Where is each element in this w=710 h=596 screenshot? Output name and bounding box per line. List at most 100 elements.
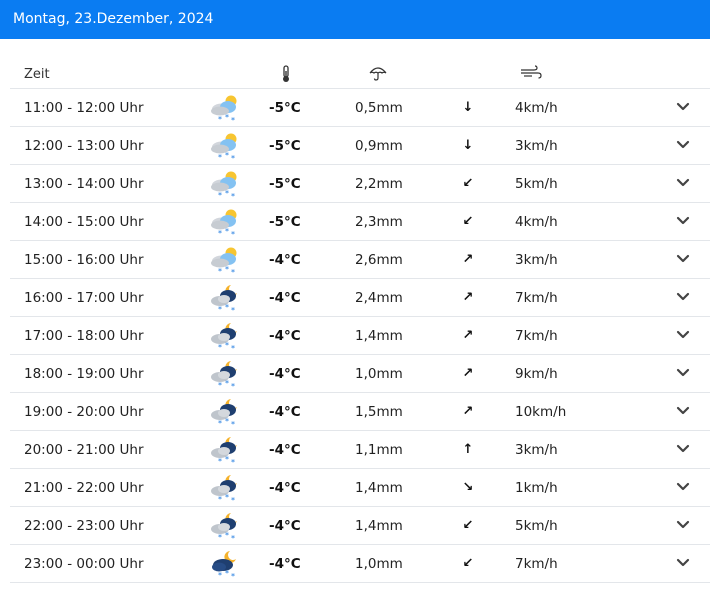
forecast-row[interactable]: 12:00 - 13:00 Uhr * * * -5°C 0,9mm ↓ 3km/h bbox=[10, 127, 710, 165]
forecast-row[interactable]: 11:00 - 12:00 Uhr * * * -5°C 0,5mm ↓ 4km/h bbox=[10, 89, 710, 127]
thermometer-icon bbox=[280, 65, 292, 87]
precipitation-value: 1,4mm bbox=[355, 518, 403, 534]
svg-text:*: * bbox=[231, 306, 235, 313]
chevron-down-icon[interactable] bbox=[674, 99, 692, 115]
wind-direction-arrow-icon: ↙ bbox=[462, 518, 474, 533]
svg-text:*: * bbox=[225, 531, 229, 540]
time-range: 12:00 - 13:00 Uhr bbox=[24, 138, 144, 154]
svg-text:*: * bbox=[218, 419, 222, 427]
forecast-row[interactable]: 16:00 - 17:00 Uhr * * * -4°C 2,4mm ↗ 7km/h bbox=[10, 279, 710, 317]
wind-direction-arrow-icon: ↘ bbox=[462, 480, 474, 495]
temperature-value: -4°C bbox=[269, 480, 301, 496]
chevron-down-icon[interactable] bbox=[674, 213, 692, 229]
svg-text:*: * bbox=[231, 382, 235, 389]
wind-speed-value: 3km/h bbox=[515, 442, 558, 458]
wind-direction-arrow-icon: ↓ bbox=[462, 100, 474, 115]
day-partly-cloudy-snow-icon: * * * bbox=[208, 169, 240, 201]
forecast-row[interactable]: 13:00 - 14:00 Uhr * * * -5°C 2,2mm ↙ 5km/h bbox=[10, 165, 710, 203]
chevron-down-icon[interactable] bbox=[674, 365, 692, 381]
precipitation-value: 1,5mm bbox=[355, 404, 403, 420]
chevron-down-icon[interactable] bbox=[674, 251, 692, 267]
time-range: 18:00 - 19:00 Uhr bbox=[24, 366, 144, 382]
svg-text:*: * bbox=[225, 265, 229, 274]
night-partly-cloudy-snow-icon: * * * bbox=[208, 283, 240, 315]
chevron-down-icon[interactable] bbox=[674, 441, 692, 457]
svg-text:*: * bbox=[225, 303, 229, 312]
wind-speed-value: 10km/h bbox=[515, 404, 567, 420]
wind-speed-value: 5km/h bbox=[515, 176, 558, 192]
forecast-row[interactable]: 18:00 - 19:00 Uhr * * * -4°C 1,0mm ↗ 9km/h bbox=[10, 355, 710, 393]
time-range: 13:00 - 14:00 Uhr bbox=[24, 176, 144, 192]
forecast-row[interactable]: 17:00 - 18:00 Uhr * * * -4°C 1,4mm ↗ 7km/h bbox=[10, 317, 710, 355]
svg-text:*: * bbox=[231, 116, 235, 123]
forecast-row[interactable]: 19:00 - 20:00 Uhr * * * -4°C 1,5mm ↗ 10km/h bbox=[10, 393, 710, 431]
temperature-value: -4°C bbox=[269, 518, 301, 534]
temperature-value: -5°C bbox=[269, 214, 301, 230]
chevron-down-icon[interactable] bbox=[674, 517, 692, 533]
svg-text:*: * bbox=[225, 189, 229, 198]
chevron-down-icon[interactable] bbox=[674, 479, 692, 495]
night-partly-cloudy-snow-icon: * * * bbox=[208, 473, 240, 505]
night-cloudy-snow-icon: * * * bbox=[208, 549, 240, 581]
svg-text:*: * bbox=[231, 534, 235, 541]
chevron-down-icon[interactable] bbox=[674, 327, 692, 343]
svg-text:*: * bbox=[225, 341, 229, 350]
forecast-row[interactable]: 22:00 - 23:00 Uhr * * * -4°C 1,4mm ↙ 5km/h bbox=[10, 507, 710, 545]
temperature-value: -5°C bbox=[269, 100, 301, 116]
wind-speed-value: 7km/h bbox=[515, 556, 558, 572]
precipitation-value: 1,0mm bbox=[355, 556, 403, 572]
temperature-value: -4°C bbox=[269, 442, 301, 458]
forecast-row[interactable]: 14:00 - 15:00 Uhr * * * -5°C 2,3mm ↙ 4km/h bbox=[10, 203, 710, 241]
wind-direction-arrow-icon: ↗ bbox=[462, 366, 474, 381]
wind-direction-arrow-icon: ↗ bbox=[462, 290, 474, 305]
precipitation-value: 0,9mm bbox=[355, 138, 403, 154]
svg-text:*: * bbox=[218, 305, 222, 313]
forecast-rows: 11:00 - 12:00 Uhr * * * -5°C 0,5mm ↓ 4km/h 12:00… bbox=[10, 89, 710, 583]
svg-text:*: * bbox=[218, 343, 222, 351]
temperature-value: -5°C bbox=[269, 176, 301, 192]
night-partly-cloudy-snow-icon: * * * bbox=[208, 511, 240, 543]
svg-text:*: * bbox=[218, 571, 222, 579]
svg-text:*: * bbox=[225, 151, 229, 160]
chevron-down-icon[interactable] bbox=[674, 289, 692, 305]
forecast-row[interactable]: 21:00 - 22:00 Uhr * * * -4°C 1,4mm ↘ 1km/h bbox=[10, 469, 710, 507]
chevron-down-icon[interactable] bbox=[674, 137, 692, 153]
wind-direction-arrow-icon: ↗ bbox=[462, 404, 474, 419]
svg-text:*: * bbox=[218, 115, 222, 123]
chevron-down-icon[interactable] bbox=[674, 403, 692, 419]
chevron-down-icon[interactable] bbox=[674, 555, 692, 571]
svg-text:*: * bbox=[218, 229, 222, 237]
precipitation-value: 2,3mm bbox=[355, 214, 403, 230]
svg-text:*: * bbox=[231, 192, 235, 199]
time-range: 21:00 - 22:00 Uhr bbox=[24, 480, 144, 496]
wind-direction-arrow-icon: ↓ bbox=[462, 138, 474, 153]
wind-direction-arrow-icon: ↙ bbox=[462, 176, 474, 191]
wind-direction-arrow-icon: ↑ bbox=[462, 442, 474, 457]
svg-text:*: * bbox=[225, 417, 229, 426]
svg-text:*: * bbox=[218, 457, 222, 465]
hourly-forecast-table: Zeit 11:00 - 12:00 Uhr * * * -5°C 0,5mm ↓ 4km/h… bbox=[10, 59, 710, 583]
svg-text:*: * bbox=[225, 227, 229, 236]
wind-speed-value: 1km/h bbox=[515, 480, 558, 496]
svg-text:*: * bbox=[225, 493, 229, 502]
svg-text:*: * bbox=[218, 381, 222, 389]
precipitation-value: 1,4mm bbox=[355, 480, 403, 496]
chevron-down-icon[interactable] bbox=[674, 175, 692, 191]
svg-text:*: * bbox=[225, 455, 229, 464]
wind-speed-value: 7km/h bbox=[515, 290, 558, 306]
precipitation-value: 1,1mm bbox=[355, 442, 403, 458]
forecast-row[interactable]: 20:00 - 21:00 Uhr * * * -4°C 1,1mm ↑ 3km/h bbox=[10, 431, 710, 469]
temperature-value: -4°C bbox=[269, 252, 301, 268]
forecast-row[interactable]: 23:00 - 00:00 Uhr * * * -4°C 1,0mm ↙ 7km/h bbox=[10, 545, 710, 583]
precipitation-value: 2,6mm bbox=[355, 252, 403, 268]
temperature-value: -4°C bbox=[269, 290, 301, 306]
svg-text:*: * bbox=[225, 379, 229, 388]
time-range: 23:00 - 00:00 Uhr bbox=[24, 556, 144, 572]
svg-text:*: * bbox=[231, 496, 235, 503]
svg-text:*: * bbox=[218, 153, 222, 161]
wind-speed-value: 7km/h bbox=[515, 328, 558, 344]
wind-icon bbox=[520, 65, 542, 85]
svg-text:*: * bbox=[231, 420, 235, 427]
svg-text:*: * bbox=[218, 191, 222, 199]
forecast-row[interactable]: 15:00 - 16:00 Uhr * * * -4°C 2,6mm ↗ 3km/h bbox=[10, 241, 710, 279]
